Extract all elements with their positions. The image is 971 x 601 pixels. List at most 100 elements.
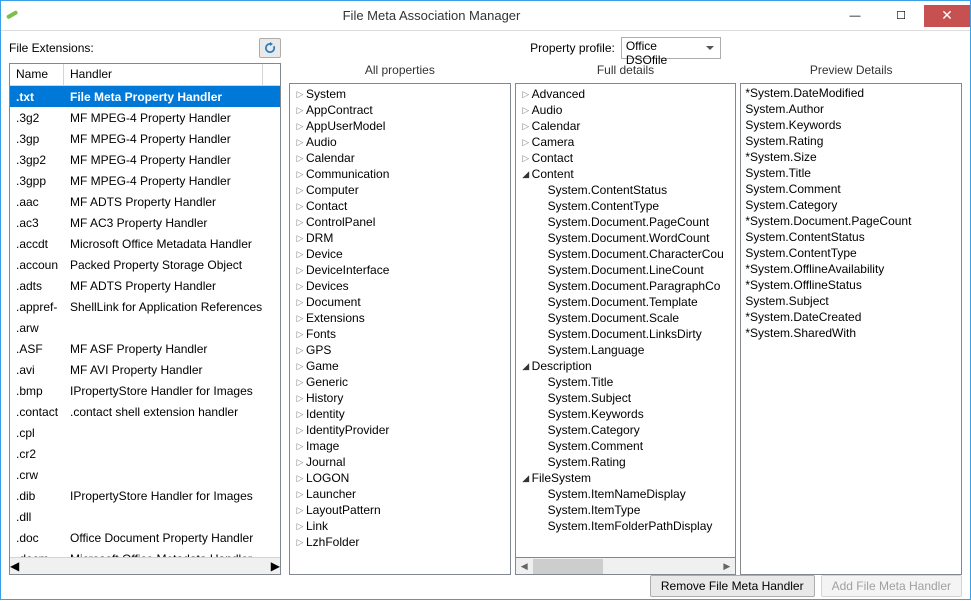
list-item[interactable]: System.Category [741,198,961,214]
chevron-right-icon[interactable]: ▷ [520,137,532,148]
tree-item[interactable]: ▷Device [290,246,510,262]
tree-item[interactable]: ◢FileSystem [516,470,736,486]
tree-item[interactable]: ▷Camera [516,134,736,150]
tree-item[interactable]: ▷Communication [290,166,510,182]
tree-item[interactable]: ▷LayoutPattern [290,502,510,518]
tree-item[interactable]: ▷LzhFolder [290,534,510,550]
table-row[interactable]: .crw [10,464,280,485]
chevron-right-icon[interactable]: ▷ [294,345,306,356]
chevron-right-icon[interactable]: ▷ [294,105,306,116]
panel-all-body[interactable]: ▷System▷AppContract▷AppUserModel▷Audio▷C… [289,83,511,575]
table-row[interactable]: .aacMF ADTS Property Handler [10,191,280,212]
table-row[interactable]: .accdtMicrosoft Office Metadata Handler [10,233,280,254]
close-button[interactable]: ✕ [924,5,970,27]
tree-item[interactable]: ▷Calendar [290,150,510,166]
chevron-right-icon[interactable]: ▷ [294,233,306,244]
list-item[interactable]: System.Subject [741,294,961,310]
tree-item[interactable]: ▷Computer [290,182,510,198]
chevron-right-icon[interactable]: ▷ [294,329,306,340]
extensions-hscrollbar[interactable]: ◀ ▶ [10,557,280,574]
tree-child-item[interactable]: System.Keywords [516,406,736,422]
extensions-table[interactable]: Name Handler .txtFile Meta Property Hand… [9,63,281,575]
tree-item[interactable]: ▷Calendar [516,118,736,134]
chevron-right-icon[interactable]: ▷ [294,217,306,228]
tree-child-item[interactable]: System.Title [516,374,736,390]
tree-child-item[interactable]: System.ContentType [516,198,736,214]
chevron-right-icon[interactable]: ▷ [294,537,306,548]
column-name[interactable]: Name [10,64,64,85]
table-row[interactable]: .3gpMF MPEG-4 Property Handler [10,128,280,149]
scroll-left-icon[interactable]: ◀ [10,559,19,573]
chevron-right-icon[interactable]: ▷ [294,265,306,276]
chevron-right-icon[interactable]: ▷ [294,377,306,388]
tree-item[interactable]: ▷Link [290,518,510,534]
tree-item[interactable]: ▷Advanced [516,86,736,102]
list-item[interactable]: *System.DateCreated [741,310,961,326]
list-item[interactable]: *System.Document.PageCount [741,214,961,230]
tree-item[interactable]: ▷IdentityProvider [290,422,510,438]
table-row[interactable]: .docmMicrosoft Office Metadata Handler [10,548,280,557]
tree-child-item[interactable]: System.Document.Scale [516,310,736,326]
tree-item[interactable]: ▷Image [290,438,510,454]
scroll-left-icon[interactable]: ◀ [516,559,533,574]
table-row[interactable]: .ac3MF AC3 Property Handler [10,212,280,233]
chevron-right-icon[interactable]: ▷ [294,361,306,372]
tree-child-item[interactable]: System.Document.LinksDirty [516,326,736,342]
tree-item[interactable]: ▷DeviceInterface [290,262,510,278]
chevron-right-icon[interactable]: ▷ [294,137,306,148]
table-row[interactable]: .txtFile Meta Property Handler [10,86,280,107]
chevron-down-icon[interactable]: ◢ [520,169,532,180]
tree-child-item[interactable]: System.Language [516,342,736,358]
tree-item[interactable]: ▷Fonts [290,326,510,342]
chevron-right-icon[interactable]: ▷ [294,297,306,308]
table-row[interactable]: .contact.contact shell extension handler [10,401,280,422]
table-row[interactable]: .3gp2MF MPEG-4 Property Handler [10,149,280,170]
chevron-right-icon[interactable]: ▷ [294,249,306,260]
tree-item[interactable]: ▷Extensions [290,310,510,326]
tree-item[interactable]: ▷Generic [290,374,510,390]
chevron-right-icon[interactable]: ▷ [520,153,532,164]
tree-item[interactable]: ▷System [290,86,510,102]
tree-item[interactable]: ▷Contact [290,198,510,214]
chevron-right-icon[interactable]: ▷ [294,153,306,164]
table-row[interactable]: .3gppMF MPEG-4 Property Handler [10,170,280,191]
panel-full-body[interactable]: ▷Advanced▷Audio▷Calendar▷Camera▷Contact◢… [515,83,737,558]
extensions-table-body[interactable]: .txtFile Meta Property Handler.3g2MF MPE… [10,86,280,557]
tree-child-item[interactable]: System.Comment [516,438,736,454]
tree-child-item[interactable]: System.ContentStatus [516,182,736,198]
chevron-right-icon[interactable]: ▷ [294,281,306,292]
tree-child-item[interactable]: System.Subject [516,390,736,406]
tree-child-item[interactable]: System.Document.CharacterCou [516,246,736,262]
chevron-right-icon[interactable]: ▷ [294,393,306,404]
chevron-right-icon[interactable]: ▷ [294,489,306,500]
list-item[interactable]: System.Rating [741,134,961,150]
scroll-thumb[interactable] [533,559,603,574]
tree-item[interactable]: ▷LOGON [290,470,510,486]
minimize-button[interactable]: — [832,5,878,27]
table-row[interactable]: .bmpIPropertyStore Handler for Images [10,380,280,401]
profile-select[interactable]: Office DSOfile [621,37,721,59]
chevron-right-icon[interactable]: ▷ [294,201,306,212]
table-row[interactable]: .aviMF AVI Property Handler [10,359,280,380]
table-row[interactable]: .cpl [10,422,280,443]
tree-item[interactable]: ◢Content [516,166,736,182]
tree-item[interactable]: ▷Launcher [290,486,510,502]
scroll-right-icon[interactable]: ▶ [271,559,280,573]
list-item[interactable]: *System.OfflineStatus [741,278,961,294]
tree-item[interactable]: ▷Journal [290,454,510,470]
chevron-right-icon[interactable]: ▷ [294,521,306,532]
chevron-right-icon[interactable]: ▷ [294,185,306,196]
tree-child-item[interactable]: System.Document.LineCount [516,262,736,278]
panel-preview-body[interactable]: *System.DateModifiedSystem.AuthorSystem.… [740,83,962,575]
tree-child-item[interactable]: System.Document.WordCount [516,230,736,246]
tree-item[interactable]: ▷Audio [516,102,736,118]
table-row[interactable]: .docOffice Document Property Handler [10,527,280,548]
table-row[interactable]: .appref-ShellLink for Application Refere… [10,296,280,317]
tree-item[interactable]: ▷AppContract [290,102,510,118]
chevron-right-icon[interactable]: ▷ [294,313,306,324]
list-item[interactable]: System.Title [741,166,961,182]
chevron-right-icon[interactable]: ▷ [294,457,306,468]
tree-child-item[interactable]: System.ItemNameDisplay [516,486,736,502]
chevron-right-icon[interactable]: ▷ [294,473,306,484]
chevron-down-icon[interactable]: ◢ [520,473,532,484]
